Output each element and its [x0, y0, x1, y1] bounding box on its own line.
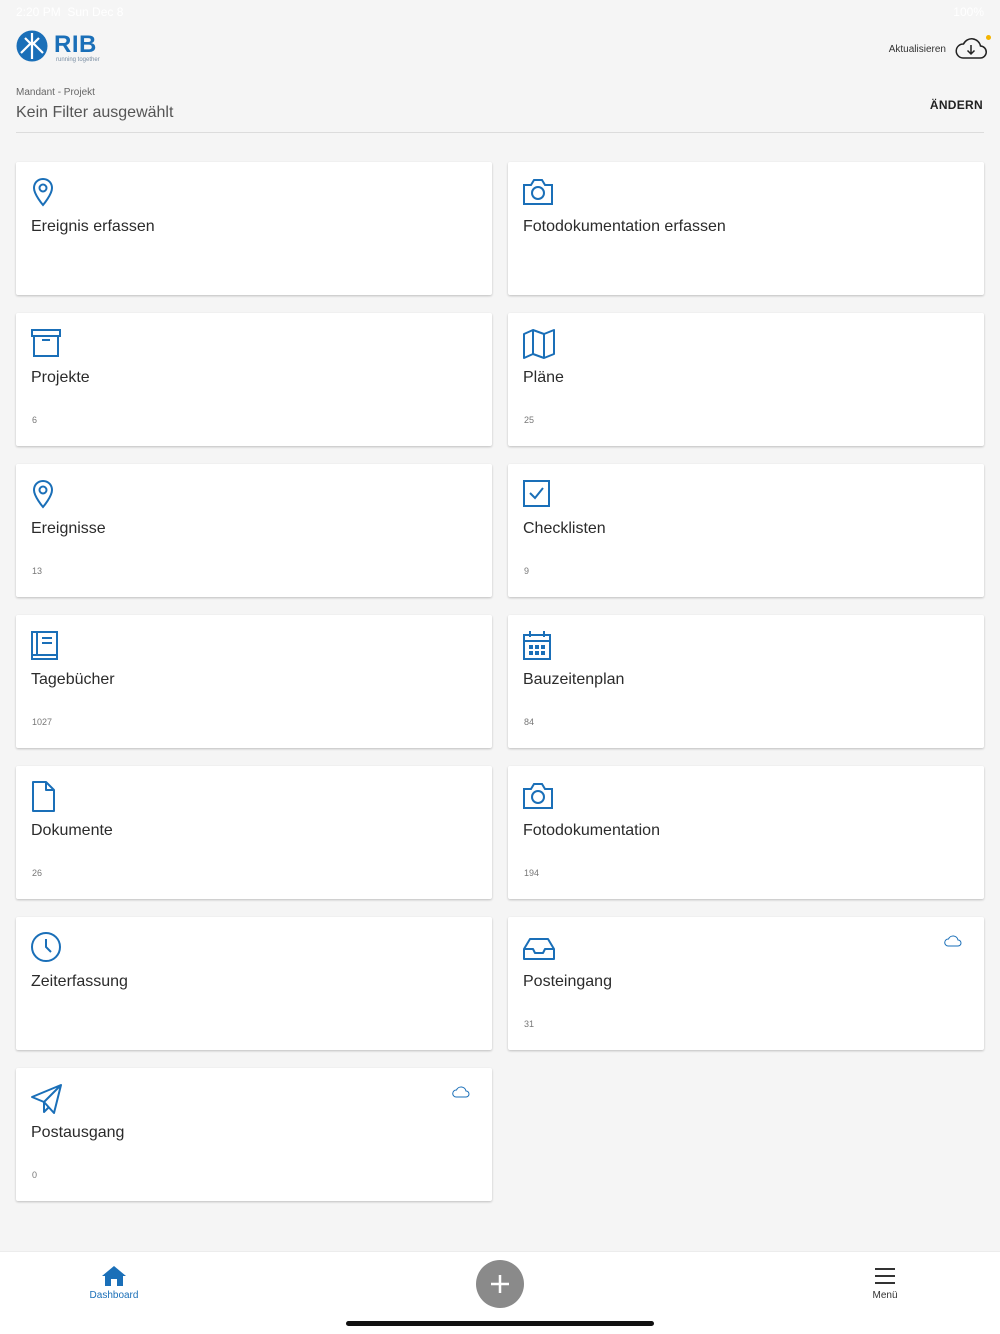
paper-plane-icon — [31, 1084, 62, 1114]
tile-title: Posteingang — [523, 973, 612, 990]
app-header: RIB running together Aktualisieren — [16, 28, 991, 72]
add-button[interactable] — [476, 1260, 524, 1308]
tile-title: Bauzeitenplan — [523, 671, 625, 688]
tile-dokumente[interactable]: Dokumente 26 — [16, 766, 492, 899]
filter-value: Kein Filter ausgewählt — [16, 104, 174, 121]
tile-count: 1027 — [32, 717, 53, 727]
tile-count: 84 — [524, 717, 535, 727]
tile-count: 25 — [524, 415, 535, 425]
status-bar: 2:20 PM Sun Dec 8 100% — [0, 0, 1000, 24]
tile-count: 0 — [32, 1170, 38, 1180]
tile-plaene[interactable]: Pläne 25 — [508, 313, 984, 446]
tile-fotodokumentation[interactable]: Fotodokumentation 194 — [508, 766, 984, 899]
tile-checklisten[interactable]: Checklisten 9 — [508, 464, 984, 597]
nav-menu-label: Menü — [872, 1290, 898, 1301]
tile-ereignisse[interactable]: Ereignisse 13 — [16, 464, 492, 597]
status-time: 2:20 PM Sun Dec 8 — [16, 5, 124, 19]
plus-icon — [491, 1275, 509, 1293]
document-icon — [32, 781, 55, 812]
tile-title: Fotodokumentation — [523, 822, 660, 839]
tile-ereignis-erfassen[interactable]: Ereignis erfassen — [16, 162, 492, 295]
tile-fotodokumentation-erfassen[interactable]: Fotodokumentation erfassen — [508, 162, 984, 295]
camera-icon — [523, 179, 553, 205]
refresh-button[interactable]: Aktualisieren — [888, 34, 991, 64]
change-filter-button[interactable]: ÄNDERN — [930, 98, 983, 112]
hamburger-menu-icon — [875, 1268, 895, 1284]
tile-count: 6 — [32, 415, 38, 425]
calendar-icon — [523, 631, 551, 660]
tile-count: 13 — [32, 566, 43, 576]
notification-dot — [986, 35, 991, 40]
book-icon — [31, 631, 58, 660]
tile-bauzeitenplan[interactable]: Bauzeitenplan 84 — [508, 615, 984, 748]
status-battery: 100% — [953, 5, 984, 19]
rib-logo-mark-icon — [16, 30, 48, 62]
filter-caption: Mandant - Projekt — [16, 87, 95, 98]
cloud-icon — [944, 935, 962, 947]
tile-title: Tagebücher — [31, 671, 115, 688]
tile-tagebuecher[interactable]: Tagebücher 1027 — [16, 615, 492, 748]
logo-wordmark: RIB — [54, 31, 97, 58]
nav-menu[interactable]: Menü — [845, 1264, 925, 1301]
tile-count: 194 — [524, 868, 540, 878]
bottom-tab-bar: Dashboard Menü — [0, 1251, 1000, 1334]
tile-title: Zeiterfassung — [31, 973, 128, 990]
tile-posteingang[interactable]: Posteingang 31 — [508, 917, 984, 1050]
camera-icon — [523, 783, 553, 809]
checkbox-icon — [523, 480, 550, 507]
map-pin-icon — [32, 479, 54, 509]
home-icon — [102, 1266, 126, 1286]
clock-icon — [31, 932, 61, 962]
map-icon — [523, 329, 555, 359]
tile-title: Ereignis erfassen — [31, 218, 155, 235]
tile-count: 26 — [32, 868, 43, 878]
rib-logo: RIB running together — [16, 28, 106, 68]
nav-dashboard[interactable]: Dashboard — [74, 1264, 154, 1301]
tile-title: Checklisten — [523, 520, 606, 537]
map-pin-icon — [32, 177, 54, 207]
logo-tagline: running together — [56, 57, 100, 63]
tile-title: Dokumente — [31, 822, 113, 839]
tile-title: Ereignisse — [31, 520, 106, 537]
refresh-label: Aktualisieren — [888, 43, 946, 55]
tile-title: Postausgang — [31, 1124, 125, 1141]
tile-zeiterfassung[interactable]: Zeiterfassung — [16, 917, 492, 1050]
tile-title: Fotodokumentation erfassen — [523, 218, 726, 235]
tile-count: 9 — [524, 566, 530, 576]
tile-projekte[interactable]: Projekte 6 — [16, 313, 492, 446]
tile-postausgang[interactable]: Postausgang 0 — [16, 1068, 492, 1201]
home-indicator — [346, 1321, 654, 1326]
filter-section: Mandant - Projekt Kein Filter ausgewählt… — [16, 86, 984, 133]
tile-title: Projekte — [31, 369, 90, 386]
archive-box-icon — [31, 329, 61, 357]
nav-dashboard-label: Dashboard — [89, 1290, 139, 1301]
tile-title: Pläne — [523, 369, 564, 386]
cloud-icon — [452, 1086, 470, 1098]
cloud-download-icon — [954, 35, 991, 62]
inbox-icon — [523, 938, 555, 960]
tile-count: 31 — [524, 1019, 535, 1029]
